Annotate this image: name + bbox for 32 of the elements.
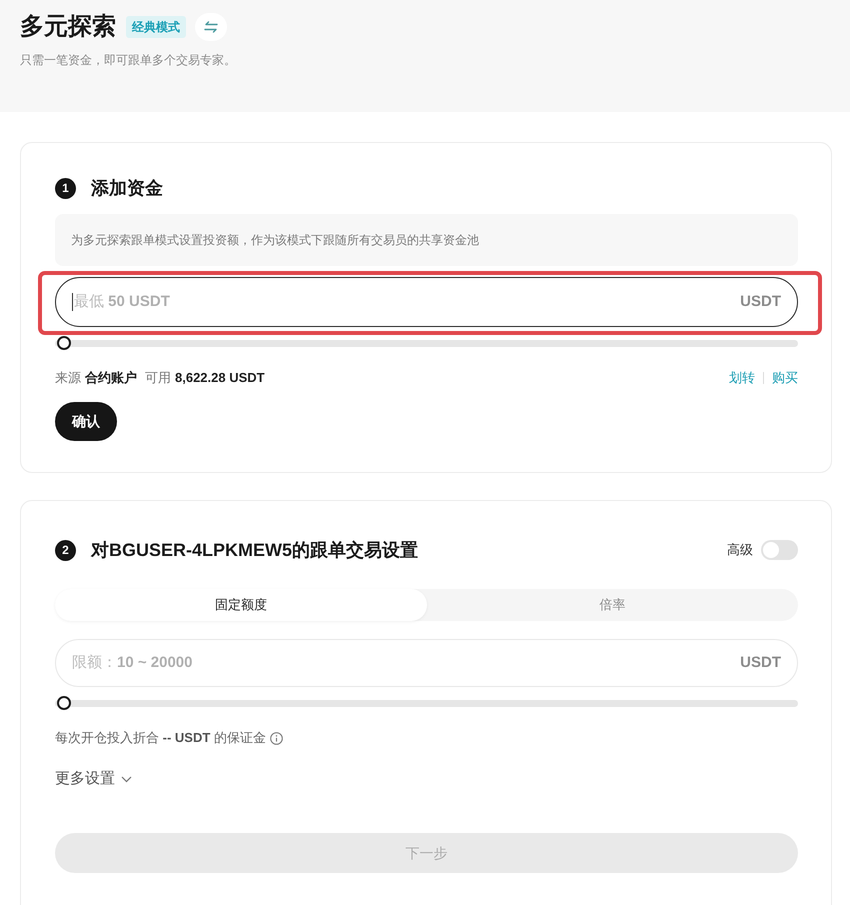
- amount-input[interactable]: 最低 50 USDT USDT: [55, 277, 798, 327]
- swap-arrows-icon: [204, 21, 218, 33]
- mode-tab[interactable]: 倍率: [426, 589, 798, 621]
- more-settings-toggle[interactable]: 更多设置: [55, 770, 132, 789]
- source-label: 来源: [55, 369, 81, 388]
- mode-badge: 经典模式: [126, 16, 186, 38]
- page-title: 多元探索: [20, 12, 116, 42]
- step-number: 2: [55, 540, 76, 560]
- unit-label: USDT: [740, 292, 781, 312]
- text-cursor-icon: [72, 293, 73, 311]
- available-amount: 8,622.28 USDT: [175, 369, 265, 388]
- action-link[interactable]: 划转: [729, 368, 755, 388]
- advanced-toggle[interactable]: [761, 540, 798, 560]
- unit-label: USDT: [740, 652, 781, 673]
- mode-tab[interactable]: 固定额度: [55, 589, 426, 621]
- switch-mode-button[interactable]: [195, 13, 227, 41]
- confirm-button[interactable]: 确认: [55, 402, 117, 441]
- section-title: 添加资金: [91, 177, 163, 199]
- toggle-label: 高级: [727, 541, 753, 560]
- slider-thumb[interactable]: [57, 696, 71, 710]
- page-subtitle: 只需一笔资金，即可跟单多个交易专家。: [20, 52, 236, 69]
- info-icon: [270, 732, 283, 744]
- source-account: 合约账户: [85, 369, 137, 388]
- action-link[interactable]: 购买: [772, 368, 798, 388]
- available-label: 可用: [145, 369, 171, 388]
- amount-input[interactable]: 限额：10 ~ 20000 USDT: [55, 639, 798, 687]
- margin-note: 每次开仓投入折合 -- USDT 的保证金: [55, 729, 266, 748]
- info-note: 为多元探索跟单模式设置投资额，作为该模式下跟随所有交易员的共享资金池: [55, 214, 798, 266]
- chevron-down-icon: [121, 776, 132, 783]
- step-number: 1: [55, 178, 76, 198]
- slider-thumb[interactable]: [57, 336, 71, 350]
- section-title: 对BGUSER-4LPKMEW5的跟单交易设置: [91, 539, 418, 561]
